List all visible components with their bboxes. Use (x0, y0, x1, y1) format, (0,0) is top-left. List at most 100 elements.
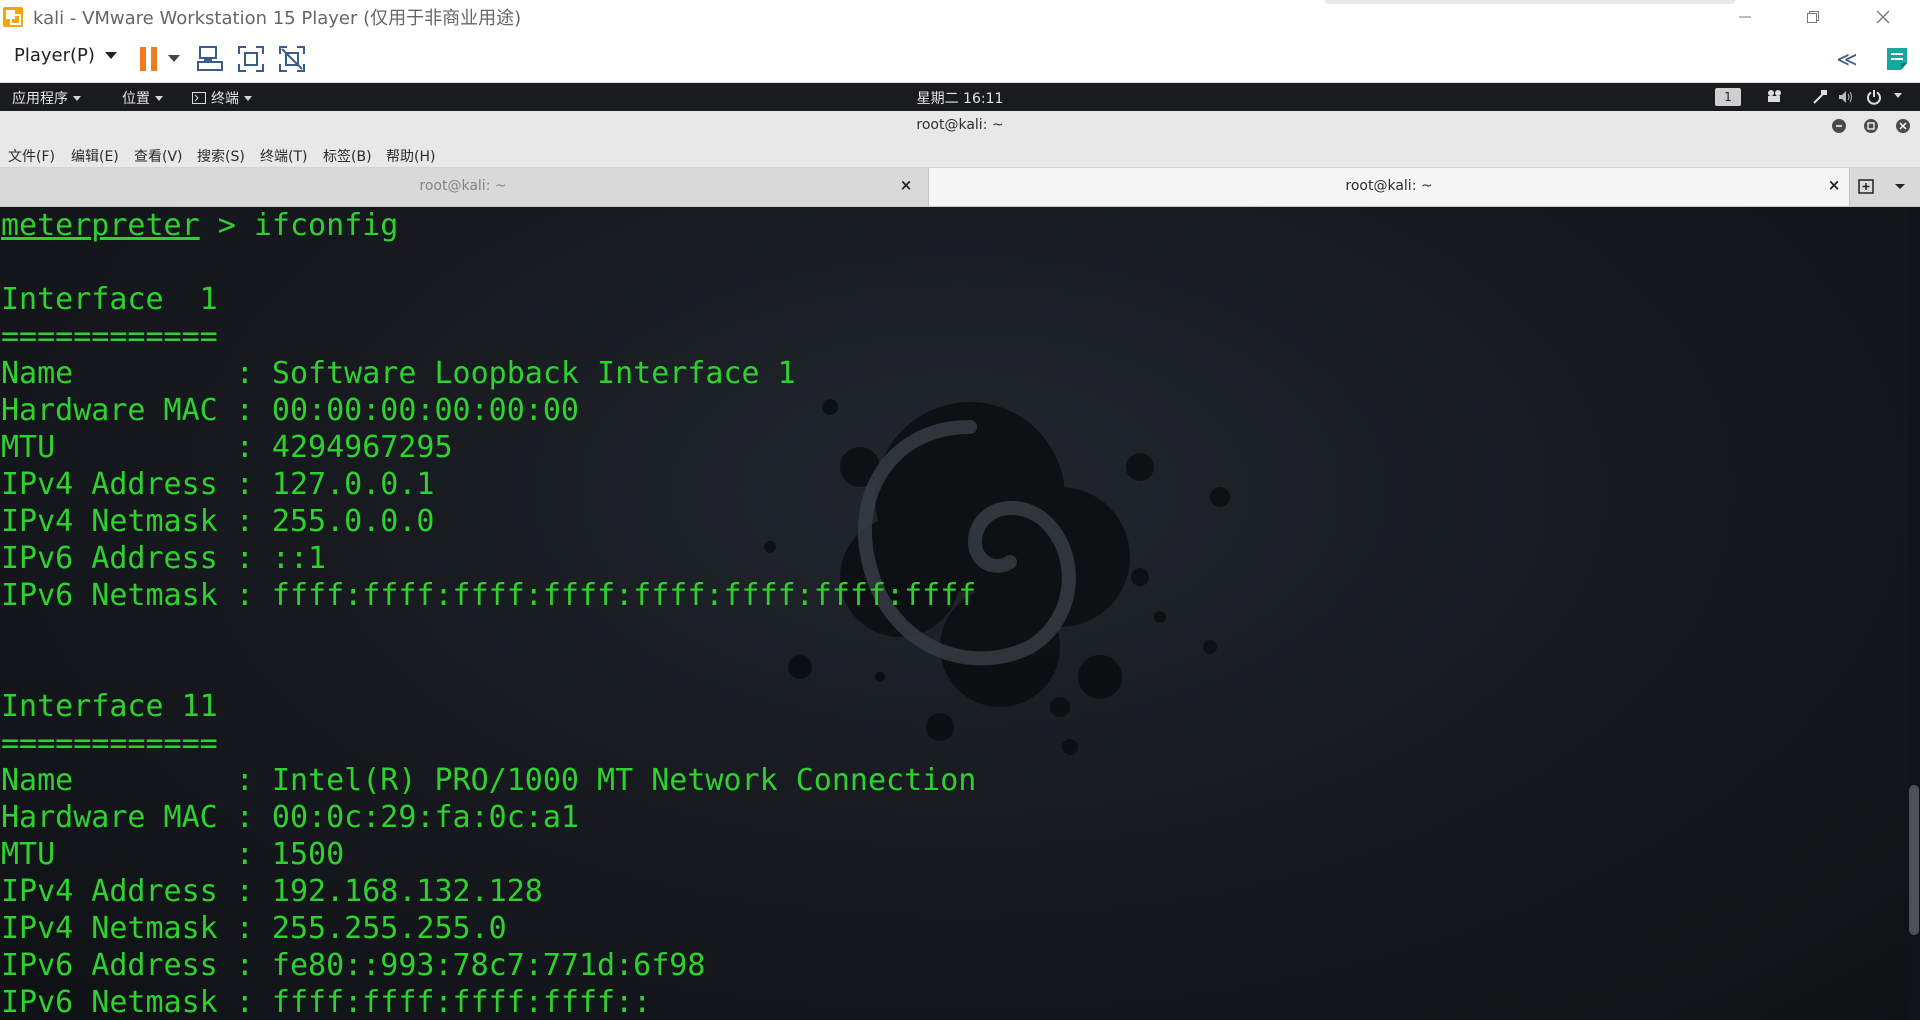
minimize-icon (1739, 16, 1751, 18)
terminal-line: Hardware MAC : 00:0c:29:fa:0c:a1 (1, 800, 579, 835)
tab-list-button[interactable] (1893, 177, 1913, 197)
dropdown-caret-icon (168, 55, 180, 62)
pause-icon (140, 47, 157, 71)
terminal-scrollbar[interactable] (1908, 207, 1920, 1020)
caret-down-icon (244, 95, 252, 101)
fullscreen-button[interactable] (236, 44, 266, 74)
minimize-button[interactable] (1710, 0, 1780, 34)
kali-top-panel: 应用程序 位置 终端 星期二 16:11 1 (0, 83, 1920, 111)
menu-search[interactable]: 搜索(S) (197, 146, 245, 166)
system-menu-caret[interactable] (1894, 93, 1902, 98)
terminal-line: Interface 1 (1, 282, 218, 317)
terminal-line: Name : Software Loopback Interface 1 (1, 356, 796, 391)
player-menu-label: Player(P) (14, 45, 95, 66)
send-ctrl-alt-del-button[interactable] (195, 44, 225, 74)
close-icon (1899, 122, 1907, 130)
new-tab-button[interactable] (1857, 177, 1877, 197)
tab-1[interactable]: root@kali: ~ × (0, 168, 926, 206)
menu-edit[interactable]: 编辑(E) (71, 146, 119, 166)
terminal-window-header: root@kali: ~ (0, 111, 1920, 141)
terminal-line: ============ (1, 319, 218, 354)
tab-close-icon[interactable]: × (1826, 177, 1842, 193)
pause-button[interactable] (134, 44, 164, 74)
video-icon[interactable] (1766, 89, 1784, 103)
terminal-line: IPv6 Netmask : ffff:ffff:ffff:ffff:ffff:… (1, 578, 977, 613)
vmware-logo-icon (2, 6, 24, 28)
terminal-command: > ifconfig (199, 208, 399, 243)
terminal-line: IPv6 Netmask : ffff:ffff:ffff:ffff:: (1, 985, 652, 1020)
terminal-app-label: 终端 (211, 91, 239, 107)
window-title: kali - VMware Workstation 15 Player (仅用于… (33, 8, 522, 29)
notes-button[interactable] (1882, 44, 1912, 74)
menu-view[interactable]: 查看(V) (134, 146, 183, 166)
caret-down-icon (1894, 93, 1902, 98)
terminal-line: IPv4 Netmask : 255.255.255.0 (1, 911, 507, 946)
caret-down-icon (155, 95, 163, 101)
terminal-line: IPv6 Address : fe80::993:78c7:771d:6f98 (1, 948, 706, 983)
close-icon (1876, 10, 1890, 24)
terminal-icon (192, 92, 206, 104)
power-icon[interactable] (1866, 89, 1882, 105)
note-icon (1887, 48, 1907, 70)
close-button[interactable] (1848, 0, 1918, 34)
terminal-line: Name : Intel(R) PRO/1000 MT Network Conn… (1, 763, 977, 798)
terminal-line: MTU : 1500 (1, 837, 345, 872)
applications-label: 应用程序 (12, 91, 68, 107)
dropdown-caret-icon (104, 51, 117, 59)
tab-2[interactable]: root@kali: ~ × (928, 168, 1850, 206)
maximize-icon (1867, 122, 1875, 130)
terminal-menubar: 文件(F) 编辑(E) 查看(V) 搜索(S) 终端(T) 标签(B) 帮助(H… (0, 141, 1920, 168)
tab-close-icon[interactable]: × (898, 177, 914, 193)
player-menu[interactable]: Player(P) (14, 45, 117, 66)
title-strip (1325, 0, 1735, 4)
terminal-line: IPv6 Address : ::1 (1, 541, 327, 576)
collapse-toolbar-button[interactable]: ≪ (1832, 44, 1862, 74)
tab-label: root@kali: ~ (419, 178, 507, 194)
terminal-line: IPv4 Address : 127.0.0.1 (1, 467, 435, 502)
terminal-output-area[interactable]: meterpreter > ifconfig Interface 1 =======… (0, 207, 1920, 1020)
terminal-app-menu[interactable]: 终端 (192, 88, 252, 108)
terminal-window-title: root@kali: ~ (916, 117, 1004, 133)
terminal-line: Interface 11 (1, 689, 218, 724)
volume-icon[interactable] (1838, 89, 1854, 105)
caret-down-icon (73, 95, 81, 101)
workspace-indicator[interactable]: 1 (1715, 88, 1741, 106)
tab-label: root@kali: ~ (1345, 178, 1433, 194)
terminal-close-button[interactable] (1896, 119, 1910, 133)
restore-button[interactable] (1778, 0, 1848, 34)
terminal-command-line: meterpreter > ifconfig (1, 207, 976, 244)
terminal-line: ============ (1, 726, 218, 761)
terminal-minimize-button[interactable] (1832, 119, 1846, 133)
terminal-text: meterpreter > ifconfig Interface 1 =======… (1, 207, 976, 1020)
chevron-down-icon (1895, 184, 1905, 189)
fullscreen-icon (238, 46, 264, 72)
menu-terminal[interactable]: 终端(T) (260, 146, 307, 166)
menu-file[interactable]: 文件(F) (8, 146, 55, 166)
vmware-titlebar: kali - VMware Workstation 15 Player (仅用于… (0, 0, 1920, 34)
restore-icon (1807, 11, 1819, 23)
places-menu[interactable]: 位置 (122, 88, 163, 108)
scrollbar-thumb[interactable] (1909, 785, 1919, 935)
new-tab-icon (1858, 179, 1874, 194)
tab-bar: root@kali: ~ × root@kali: ~ × (0, 168, 1920, 207)
collapse-chevrons-icon: ≪ (1836, 47, 1858, 71)
terminal-output: Interface 1 ============ Name : Software L… (1, 244, 976, 1020)
menu-tabs[interactable]: 标签(B) (323, 146, 372, 166)
terminal-maximize-button[interactable] (1864, 119, 1878, 133)
terminal-line: Hardware MAC : 00:00:00:00:00:00 (1, 393, 579, 428)
ctrl-alt-del-icon (197, 46, 223, 71)
unity-button[interactable] (277, 44, 307, 74)
minimize-icon (1836, 125, 1842, 127)
unity-icon (279, 46, 305, 72)
vmware-toolbar: Player(P) ≪ (0, 34, 1920, 83)
places-label: 位置 (122, 91, 150, 107)
terminal-line: MTU : 4294967295 (1, 430, 453, 465)
terminal-line: IPv4 Address : 192.168.132.128 (1, 874, 543, 909)
applications-menu[interactable]: 应用程序 (12, 88, 81, 108)
menu-help[interactable]: 帮助(H) (386, 146, 435, 166)
network-wired-icon[interactable] (1812, 89, 1828, 105)
pause-dropdown[interactable] (164, 44, 184, 74)
clock[interactable]: 星期二 16:11 (0, 88, 1920, 108)
